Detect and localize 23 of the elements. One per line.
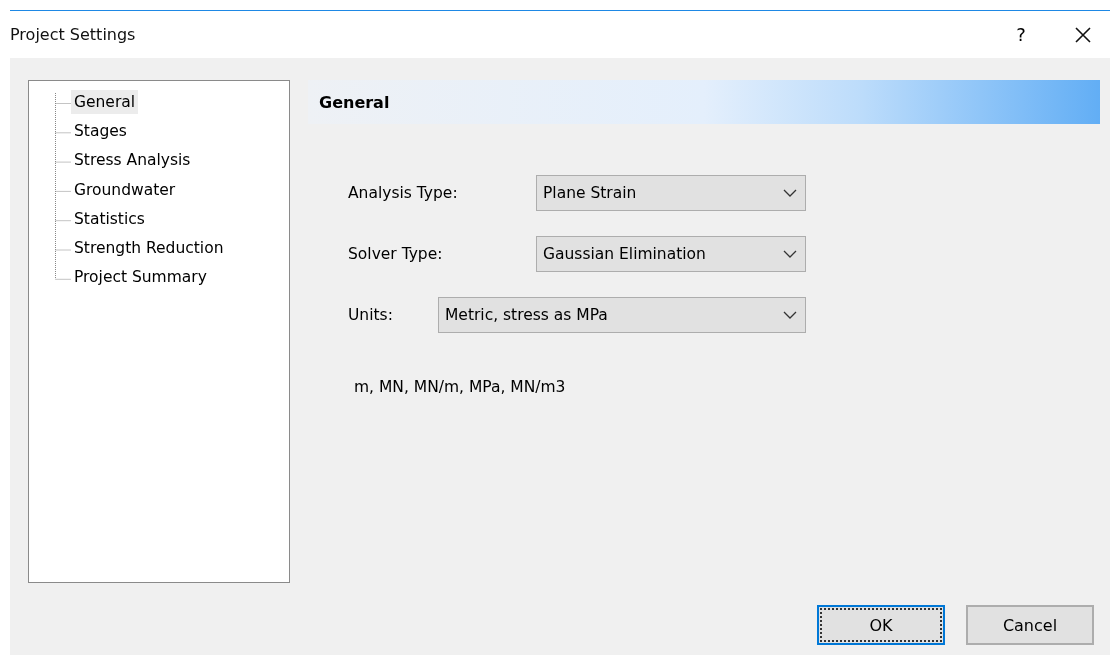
cancel-button[interactable]: Cancel: [966, 605, 1094, 645]
tree-item[interactable]: General: [71, 89, 139, 114]
tree-item[interactable]: Project Summary: [71, 265, 210, 290]
help-button[interactable]: ?: [1006, 24, 1036, 45]
dropdown[interactable]: Gaussian Elimination: [536, 236, 806, 272]
dropdown[interactable]: Plane Strain: [536, 175, 806, 211]
close-icon[interactable]: [1074, 25, 1092, 44]
tree-item[interactable]: Statistics: [71, 206, 148, 231]
field-label: Solver Type:: [348, 245, 444, 263]
caret-icon: [783, 250, 797, 258]
field-label: Analysis Type:: [348, 184, 459, 202]
caret-icon: [783, 189, 797, 197]
units-note: m, MN, MN/m, MPa, MN/m3: [353, 377, 567, 396]
window-title: Project Settings: [10, 25, 137, 44]
tree-item[interactable]: Stress Analysis: [71, 148, 194, 173]
tree-item[interactable]: Stages: [71, 118, 130, 143]
field-label: Units:: [348, 306, 394, 324]
dropdown[interactable]: Metric, stress as MPa: [438, 297, 806, 333]
tree-item[interactable]: Strength Reduction: [71, 236, 227, 261]
tree-item[interactable]: Groundwater: [71, 177, 179, 202]
ok-button[interactable]: OK: [817, 605, 945, 645]
section-heading: General: [308, 80, 1100, 124]
caret-icon: [783, 311, 797, 319]
